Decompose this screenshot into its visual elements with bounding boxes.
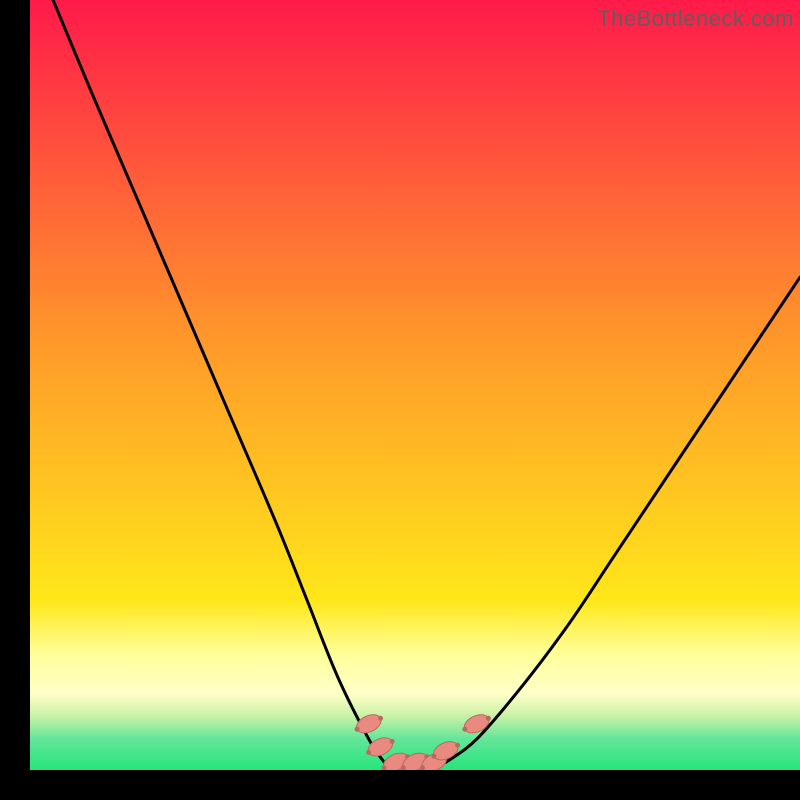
plot-area: TheBottleneck.com [30, 0, 800, 770]
gradient-background [30, 0, 800, 770]
chart-svg [30, 0, 800, 770]
watermark-label: TheBottleneck.com [597, 6, 794, 32]
chart-frame: TheBottleneck.com [0, 0, 800, 800]
